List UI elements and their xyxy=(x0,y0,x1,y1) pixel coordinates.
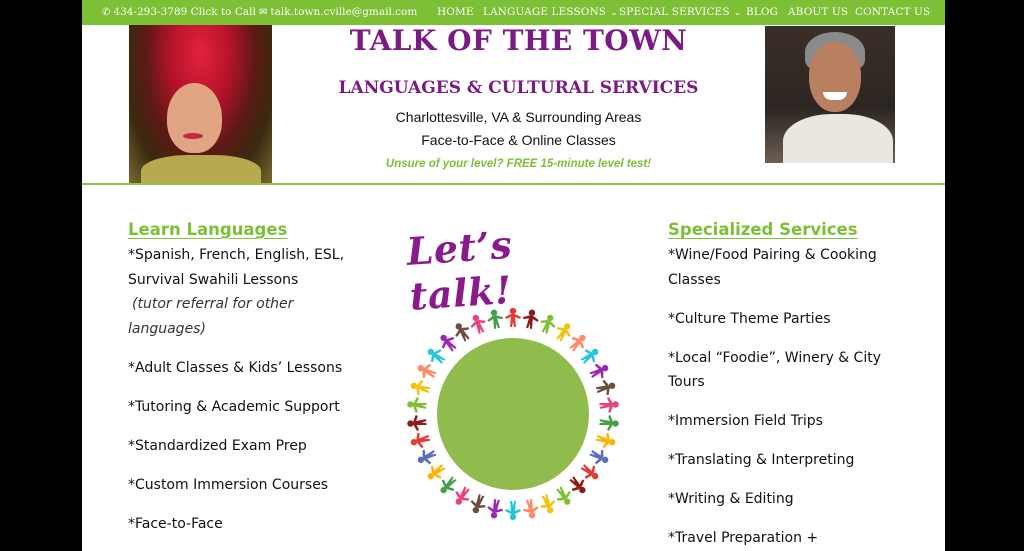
list-item: *Culture Theme Parties xyxy=(668,310,831,327)
person-figure xyxy=(556,486,571,505)
list-item: *Face-to-Face xyxy=(128,515,223,532)
nav-special-services[interactable]: SPECIAL SERVICES ⌄ xyxy=(619,6,741,18)
person-figure xyxy=(455,486,470,505)
person-figure xyxy=(407,397,427,413)
person-figure xyxy=(523,309,539,330)
learn-languages-heading[interactable]: Learn Languages xyxy=(128,220,368,239)
nav-language-lessons-label: LANGUAGE LESSONS xyxy=(483,6,607,18)
top-bar: ✆ 434-293-3789 Click to Call ✉ talk.town.c… xyxy=(82,0,945,25)
person-figure xyxy=(417,450,437,465)
nav-blog-label: BLOG xyxy=(746,6,779,18)
person-figure xyxy=(417,363,437,378)
phone-link[interactable]: ✆ 434-293-3789 Click to Call xyxy=(102,6,256,18)
list-item: *Writing & Editing xyxy=(668,491,794,507)
nav-about-us-label: ABOUT US xyxy=(788,6,849,18)
person-figure xyxy=(407,415,427,431)
person-figure xyxy=(580,464,599,480)
tutor-referral-note: (tutor referral for other languages) xyxy=(128,296,294,337)
photo-woman xyxy=(129,25,272,183)
person-figure xyxy=(410,379,431,396)
nav-contact-us[interactable]: CONTACT US xyxy=(855,6,930,18)
envelope-icon: ✉ xyxy=(259,7,268,18)
classes-text: Face-to-Face & Online Classes xyxy=(421,132,616,148)
person-figure xyxy=(556,323,571,342)
site-subtitle: LANGUAGES & CULTURAL SERVICES xyxy=(338,78,699,98)
nav-contact-us-label: CONTACT US xyxy=(855,6,931,18)
person-figure xyxy=(487,498,503,519)
person-figure xyxy=(580,348,599,364)
person-figure xyxy=(470,494,486,514)
globe-people-icon xyxy=(407,307,619,521)
chevron-down-icon: ⌄ xyxy=(733,8,742,18)
person-figure xyxy=(599,397,619,413)
person-figure xyxy=(523,498,539,519)
learn-languages-section: Learn Languages *Spanish, French, Englis… xyxy=(128,220,368,551)
phone-icon: ✆ xyxy=(102,7,111,18)
person-figure xyxy=(540,314,556,334)
list-item: *Adult Classes & Kids’ Lessons xyxy=(128,359,343,376)
photo-man xyxy=(765,26,895,163)
nav-home[interactable]: HOME xyxy=(437,6,474,18)
globe-circle xyxy=(437,338,589,490)
person-figure xyxy=(589,450,609,465)
person-figure xyxy=(540,494,556,514)
person-figure xyxy=(595,432,616,449)
location-text: Charlottesville, VA & Surrounding Areas xyxy=(395,109,642,125)
nav-about-us[interactable]: ABOUT US xyxy=(788,6,848,18)
specialized-services-section: Specialized Services *Wine/Food Pairing … xyxy=(668,220,898,551)
nav-blog[interactable]: BLOG xyxy=(746,6,778,18)
phone-text: 434-293-3789 Click to Call xyxy=(113,6,256,18)
list-item: *Local “Foodie”, Winery & City Tours xyxy=(668,349,881,391)
person-figure xyxy=(589,363,609,378)
page: ✆ 434-293-3789 Click to Call ✉ talk.town.c… xyxy=(82,0,945,551)
header-divider xyxy=(82,183,945,185)
specialized-services-heading[interactable]: Specialized Services xyxy=(668,220,898,239)
list-item: *Standardized Exam Prep xyxy=(128,437,307,454)
site-title: TALK OF THE TOWN xyxy=(349,24,688,57)
list-item: *Wine/Food Pairing & Cooking Classes xyxy=(668,247,877,288)
person-figure xyxy=(505,307,521,327)
email-link[interactable]: ✉ talk.town.cville@gmail.com xyxy=(259,6,417,18)
list-item: *Spanish, French, English, ESL, Survival… xyxy=(128,247,345,288)
list-item: *Translating & Interpreting xyxy=(668,452,855,468)
level-test-text: Unsure of your level? FREE 15-minute lev… xyxy=(385,158,652,170)
nav-special-services-label: SPECIAL SERVICES xyxy=(619,6,730,18)
chevron-down-icon: ⌄ xyxy=(610,8,618,18)
person-figure xyxy=(427,348,446,364)
person-figure xyxy=(595,379,616,396)
person-figure xyxy=(470,314,486,334)
person-figure xyxy=(505,501,521,521)
list-item: *Immersion Field Trips xyxy=(668,413,823,429)
nav-home-label: HOME xyxy=(437,6,474,18)
nav-language-lessons[interactable]: LANGUAGE LESSONS ⌄ xyxy=(483,6,618,18)
person-figure xyxy=(455,323,470,342)
person-figure xyxy=(410,432,431,449)
person-figure xyxy=(599,415,619,431)
list-item: *Tutoring & Academic Support xyxy=(128,398,340,415)
list-item: *Custom Immersion Courses xyxy=(128,476,329,493)
person-figure xyxy=(487,309,503,330)
email-text: talk.town.cville@gmail.com xyxy=(270,6,418,18)
person-figure xyxy=(427,464,446,480)
list-item: *Travel Preparation + xyxy=(668,530,819,546)
